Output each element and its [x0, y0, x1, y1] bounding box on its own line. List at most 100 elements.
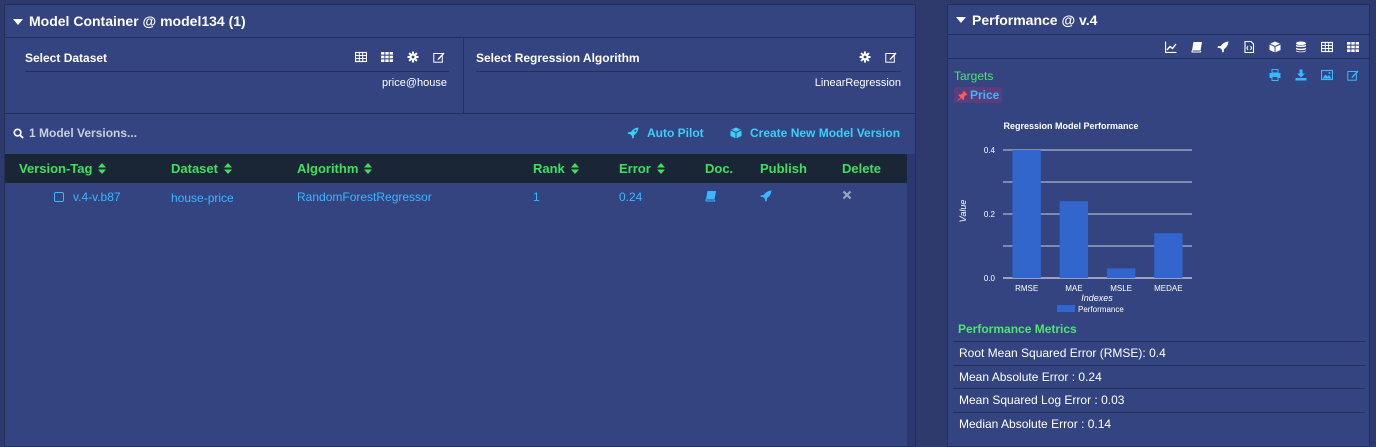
- y-tick-label: 0.0: [984, 274, 996, 283]
- legend-swatch: [1057, 305, 1075, 312]
- model-container-header[interactable]: Model Container @ model134 (1): [5, 5, 915, 38]
- cube-icon[interactable]: [1269, 41, 1281, 53]
- performance-chart: Regression Model Performance 0.0 0.2 0.4 RM…: [953, 113, 1203, 315]
- metric-msle: Mean Squared Log Error : 0.03: [953, 388, 1365, 412]
- table-header: Version-Tag Dataset Algorithm Rank Error…: [5, 154, 909, 183]
- target-tag-label: Price: [970, 88, 1000, 102]
- dataset-value[interactable]: price@house: [382, 77, 447, 89]
- performance-metrics-list: Root Mean Squared Error (RMSE): 0.4 Mean…: [953, 341, 1365, 435]
- database-icon[interactable]: [1295, 41, 1307, 53]
- column-doc: Doc.: [705, 161, 733, 176]
- grid-icon[interactable]: [381, 51, 393, 63]
- column-label: Version-Tag: [19, 161, 93, 176]
- gear-icon[interactable]: [407, 51, 419, 63]
- book-icon[interactable]: [1191, 41, 1203, 53]
- column-label: Delete: [842, 161, 882, 176]
- y-tick-label: 0.4: [984, 146, 996, 155]
- sort-icon[interactable]: [364, 163, 373, 174]
- grid-icon[interactable]: [1347, 41, 1359, 53]
- line-chart-icon[interactable]: [1165, 41, 1177, 53]
- divider: [476, 71, 901, 72]
- legend-label: Performance: [1078, 305, 1124, 314]
- doc-book-icon[interactable]: [705, 190, 717, 202]
- model-container-panel: Model Container @ model134 (1) Select Da…: [4, 4, 916, 447]
- search-input[interactable]: [29, 126, 229, 140]
- pin-icon: [957, 89, 968, 101]
- metric-rmse: Root Mean Squared Error (RMSE): 0.4: [953, 341, 1365, 365]
- error-cell: 0.24: [619, 190, 643, 204]
- x-tick-label: MEDAE: [1154, 284, 1182, 293]
- table-icon[interactable]: [1321, 41, 1333, 53]
- column-label: Algorithm: [297, 161, 359, 176]
- caret-down-icon[interactable]: [956, 17, 966, 23]
- performance-panel: Performance @ v.4 Targets Price Regressi…: [947, 4, 1370, 447]
- search-icon: [13, 127, 24, 139]
- algorithm-value[interactable]: LinearRegression: [815, 77, 901, 89]
- edit-icon[interactable]: [433, 51, 445, 63]
- download-icon[interactable]: [1295, 69, 1307, 81]
- column-dataset[interactable]: Dataset: [171, 161, 232, 176]
- checkbox[interactable]: [54, 192, 64, 202]
- column-label: Publish: [760, 161, 807, 176]
- bar-mae[interactable]: [1059, 201, 1089, 278]
- column-rank[interactable]: Rank: [533, 161, 579, 176]
- x-tick-label: RMSE: [1015, 284, 1038, 293]
- chart-svg: Regression Model Performance 0.0 0.2 0.4 RM…: [958, 121, 1192, 314]
- search-box: [13, 126, 229, 140]
- column-error[interactable]: Error: [619, 161, 665, 176]
- sort-icon[interactable]: [223, 163, 232, 174]
- column-label: Rank: [533, 161, 565, 176]
- bar-rmse[interactable]: [1012, 150, 1041, 278]
- create-new-model-version-button[interactable]: Create New Model Version: [730, 126, 900, 140]
- table-row[interactable]: v.4-v.b87 house-price RandomForestRegres…: [5, 183, 909, 211]
- rocket-icon[interactable]: [1217, 41, 1229, 53]
- x-tick-label: MSLE: [1110, 284, 1132, 293]
- edit-icon[interactable]: [1347, 69, 1359, 81]
- scrollbar[interactable]: [907, 154, 915, 446]
- y-tick-label: 0.2: [984, 210, 996, 219]
- y-axis-label: Value: [958, 200, 968, 223]
- dataset-selector: Select Dataset price@house: [5, 38, 464, 113]
- bar-medae[interactable]: [1154, 233, 1183, 278]
- publish-rocket-icon[interactable]: [760, 190, 772, 202]
- auto-pilot-button[interactable]: Auto Pilot: [627, 126, 704, 140]
- versions-toolbar: Auto Pilot Create New Model Version: [5, 114, 915, 154]
- column-delete: Delete: [842, 161, 881, 176]
- delete-x-icon[interactable]: [842, 190, 852, 200]
- chart-title: Regression Model Performance: [1003, 121, 1138, 131]
- version-tag-cell[interactable]: v.4-v.b87: [73, 190, 121, 204]
- sort-icon[interactable]: [98, 163, 107, 174]
- column-version-tag[interactable]: Version-Tag: [19, 161, 107, 176]
- dataset-selector-title: Select Dataset: [25, 51, 108, 65]
- cube-icon: [730, 127, 742, 139]
- column-publish: Publish: [760, 161, 807, 176]
- image-icon[interactable]: [1321, 69, 1333, 81]
- x-axis-label: Indexes: [1081, 293, 1113, 303]
- table-icon[interactable]: [355, 51, 367, 63]
- code-file-icon[interactable]: [1243, 41, 1255, 53]
- metric-mae: Mean Absolute Error : 0.24: [953, 364, 1365, 389]
- rocket-icon: [627, 127, 639, 139]
- create-version-label: Create New Model Version: [750, 126, 901, 140]
- gear-icon[interactable]: [859, 51, 871, 63]
- column-label: Error: [619, 161, 651, 176]
- column-label: Dataset: [171, 161, 218, 176]
- model-versions-table: Version-Tag Dataset Algorithm Rank Error…: [5, 154, 909, 446]
- caret-down-icon[interactable]: [13, 18, 23, 25]
- targets-label: Targets: [954, 69, 994, 83]
- performance-header[interactable]: Performance @ v.4: [948, 5, 1369, 35]
- print-icon[interactable]: [1269, 69, 1281, 81]
- divider: [25, 71, 449, 72]
- sort-icon[interactable]: [656, 163, 665, 174]
- sort-icon[interactable]: [570, 163, 579, 174]
- edit-icon[interactable]: [885, 51, 897, 63]
- column-label: Doc.: [705, 161, 734, 176]
- bar-msle[interactable]: [1106, 268, 1136, 278]
- target-tag[interactable]: Price: [954, 87, 1003, 103]
- performance-metrics-title: Performance Metrics: [958, 322, 1077, 336]
- algorithm-selector-title: Select Regression Algorithm: [476, 51, 640, 65]
- x-tick-label: MAE: [1065, 284, 1082, 293]
- column-algorithm[interactable]: Algorithm: [297, 161, 373, 176]
- model-container-title: Model Container @ model134 (1): [29, 13, 246, 29]
- algorithm-selector: Select Regression Algorithm LinearRegres…: [464, 38, 915, 113]
